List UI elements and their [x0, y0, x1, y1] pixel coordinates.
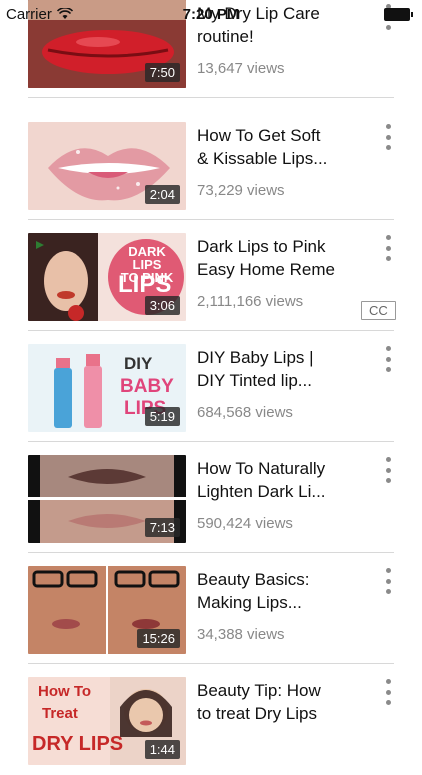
more-options-icon[interactable] — [380, 235, 396, 261]
thumbnail-overlay-text: How To — [38, 683, 92, 700]
carrier-label: Carrier — [6, 5, 52, 23]
video-views: 590,424 views — [197, 515, 293, 532]
thumbnail-overlay-text: BABY — [120, 376, 174, 397]
video-views: 684,568 views — [197, 404, 293, 421]
thumbnail-overlay-text: Treat — [42, 705, 78, 722]
video-title[interactable]: How To Naturally Lighten Dark Li... — [197, 457, 357, 503]
video-title[interactable]: DIY Baby Lips | DIY Tinted lip... — [197, 346, 357, 392]
status-time: 7:20 PM — [182, 5, 240, 23]
thumbnail-overlay-text: LIPS — [118, 271, 172, 298]
status-bar: Carrier 7:20 PM — [0, 0, 422, 28]
row-divider — [28, 441, 394, 442]
wifi-icon — [56, 8, 73, 19]
video-duration: 15:26 — [137, 629, 180, 648]
video-title[interactable]: Beauty Basics: Making Lips... — [197, 568, 357, 614]
video-row[interactable]: DIY BABY LIPS 5:19 DIY Baby Lips | DIY T… — [0, 332, 422, 442]
thumbnail-overlay-text: DRY LIPS — [32, 733, 124, 755]
thumbnail-overlay-text: DIY — [124, 354, 153, 373]
more-options-icon[interactable] — [380, 124, 396, 150]
video-title[interactable]: Dark Lips to Pink Easy Home Reme — [197, 235, 357, 281]
row-divider — [28, 219, 394, 220]
video-views: 34,388 views — [197, 626, 285, 643]
video-views: 73,229 views — [197, 182, 285, 199]
video-row[interactable]: 15:26 Beauty Basics: Making Lips... 34,3… — [0, 554, 422, 664]
row-divider — [28, 663, 394, 664]
video-duration: 7:50 — [144, 63, 180, 82]
video-thumbnail[interactable]: 15:26 — [28, 566, 186, 654]
video-row[interactable]: How To Treat DRY LIPS 1:44 Beauty Tip: H… — [0, 665, 422, 775]
row-divider — [28, 330, 394, 331]
closed-captions-badge: CC — [361, 301, 396, 320]
video-thumbnail[interactable]: How To Treat DRY LIPS 1:44 — [28, 677, 186, 765]
video-thumbnail[interactable]: 7:13 — [28, 455, 186, 543]
video-thumbnail[interactable]: DIY BABY LIPS 5:19 — [28, 344, 186, 432]
row-divider — [28, 97, 394, 98]
row-divider — [28, 552, 394, 553]
video-title[interactable]: How To Get Soft & Kissable Lips... — [197, 124, 357, 170]
more-options-icon[interactable] — [380, 568, 396, 594]
video-views: 13,647 views — [197, 60, 285, 77]
video-duration: 3:06 — [144, 296, 180, 315]
video-duration: 5:19 — [144, 407, 180, 426]
video-title[interactable]: Beauty Tip: How to treat Dry Lips — [197, 679, 357, 725]
video-views: 2,111,166 views — [197, 293, 304, 310]
video-row[interactable]: DARK LIPS TO PINK LIPS 3:06 Dark Lips to … — [0, 221, 422, 331]
video-duration: 2:04 — [144, 185, 180, 204]
more-options-icon[interactable] — [380, 457, 396, 483]
video-row[interactable]: 7:13 How To Naturally Lighten Dark Li...… — [0, 443, 422, 553]
video-thumbnail[interactable]: 2:04 — [28, 122, 186, 210]
video-row[interactable]: 2:04 How To Get Soft & Kissable Lips... … — [0, 110, 422, 220]
battery-icon — [384, 7, 413, 21]
more-options-icon[interactable] — [380, 346, 396, 372]
video-thumbnail[interactable]: DARK LIPS TO PINK LIPS 3:06 — [28, 233, 186, 321]
more-options-icon[interactable] — [380, 679, 396, 705]
video-duration: 7:13 — [144, 518, 180, 537]
